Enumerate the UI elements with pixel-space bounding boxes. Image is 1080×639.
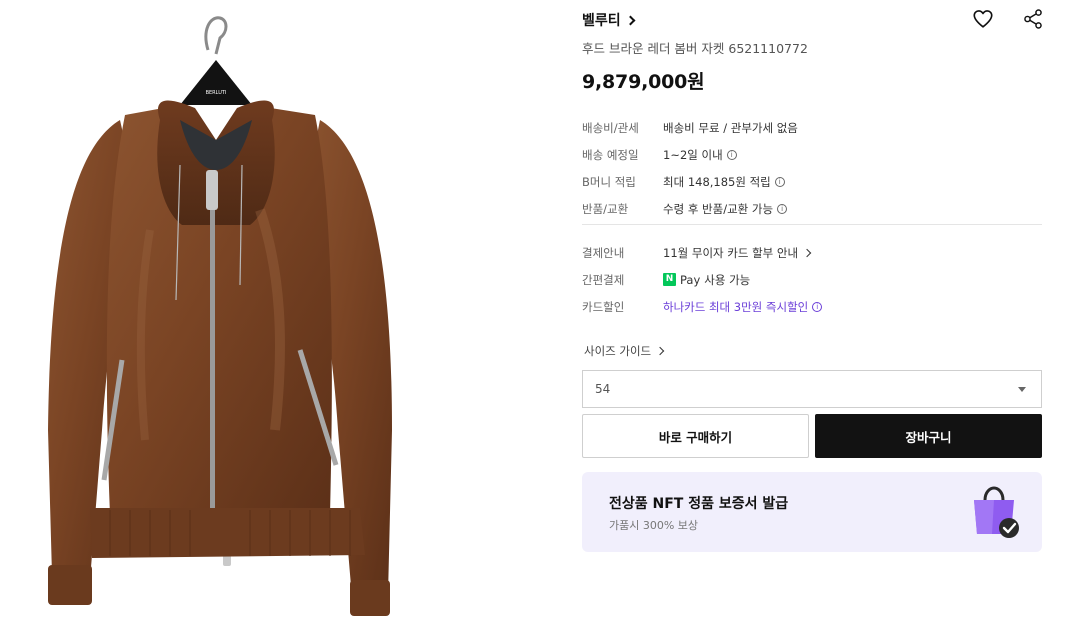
size-select[interactable]: 54 [582, 370, 1042, 408]
divider [582, 224, 1042, 225]
buy-now-button[interactable]: 바로 구매하기 [582, 414, 809, 458]
info-value-text: 1~2일 이내 [663, 147, 723, 162]
info-value: N Pay 사용 가능 [663, 272, 750, 288]
info-value-text: 최대 148,185원 적립 [663, 174, 771, 189]
size-selected-value: 54 [595, 382, 611, 396]
info-icon[interactable]: i [777, 203, 788, 214]
product-price: 9,879,000원 [582, 71, 705, 93]
info-value: 수령 후 반품/교환 가능 i [663, 201, 788, 217]
heart-icon[interactable] [972, 8, 994, 30]
chevron-right-icon [655, 346, 665, 356]
product-image[interactable]: BERLUTI [30, 10, 420, 630]
info-row-installment[interactable]: 결제안내 11월 무이자 카드 할부 안내 [582, 239, 1042, 266]
nft-banner-subtitle: 가품시 300% 보상 [609, 519, 699, 532]
brand-name: 벨루티 [582, 13, 621, 29]
pay-brand-text: Pay [680, 272, 701, 287]
size-guide-label: 사이즈 가이드 [584, 344, 652, 358]
top-actions [972, 8, 1044, 30]
caret-down-icon [1018, 387, 1026, 392]
info-label: 반품/교환 [582, 201, 629, 216]
chevron-right-icon [802, 248, 812, 257]
nft-guarantee-banner[interactable]: 전상품 NFT 정품 보증서 발급 가품시 300% 보상 [582, 472, 1042, 552]
info-value: 배송비 무료 / 관부가세 없음 [663, 120, 798, 136]
share-icon[interactable] [1022, 8, 1044, 30]
size-guide-link[interactable]: 사이즈 가이드 [584, 343, 665, 359]
naver-pay-logo-icon: N [663, 273, 676, 286]
info-row-return: 반품/교환 수령 후 반품/교환 가능 i [582, 195, 1042, 222]
card-discount-text: 하나카드 최대 3만원 즉시할인 [663, 299, 809, 314]
info-label: 카드할인 [582, 299, 625, 314]
shipping-info: 배송비/관세 배송비 무료 / 관부가세 없음 배송 예정일 1~2일 이내 i … [582, 114, 1042, 222]
nft-banner-title: 전상품 NFT 정품 보증서 발급 [609, 496, 789, 512]
info-value: 최대 148,185원 적립 i [663, 174, 785, 190]
brand-link[interactable]: 벨루티 [582, 10, 636, 30]
info-value-text: 11월 무이자 카드 할부 안내 [663, 245, 799, 260]
info-label: B머니 적립 [582, 174, 636, 189]
info-value-text: 수령 후 반품/교환 가능 [663, 201, 774, 216]
info-value: 1~2일 이내 i [663, 147, 737, 163]
shopping-bag-check-icon [968, 486, 1020, 540]
info-row-bmoney: B머니 적립 최대 148,185원 적립 i [582, 168, 1042, 195]
info-row-shipping-fee: 배송비/관세 배송비 무료 / 관부가세 없음 [582, 114, 1042, 141]
info-row-easy-pay: 간편결제 N Pay 사용 가능 [582, 266, 1042, 293]
product-detail-panel: 벨루티 후드 브라운 레더 봄버 자켓 6521110772 9,879,000… [582, 0, 1044, 639]
info-value-text: 사용 가능 [704, 272, 751, 287]
info-value: 11월 무이자 카드 할부 안내 [663, 245, 812, 261]
info-row-delivery-date: 배송 예정일 1~2일 이내 i [582, 141, 1042, 168]
add-to-cart-button[interactable]: 장바구니 [815, 414, 1042, 458]
info-value: 하나카드 최대 3만원 즉시할인 i [663, 299, 823, 315]
info-icon[interactable]: i [774, 176, 785, 187]
chevron-right-icon [625, 15, 636, 25]
info-value-text: 배송비 무료 / 관부가세 없음 [663, 120, 798, 135]
info-label: 간편결제 [582, 272, 625, 287]
info-row-card-discount: 카드할인 하나카드 최대 3만원 즉시할인 i [582, 293, 1042, 320]
info-icon[interactable]: i [726, 149, 737, 160]
info-label: 배송비/관세 [582, 120, 639, 135]
payment-info: 결제안내 11월 무이자 카드 할부 안내 간편결제 N Pay 사용 가능 카… [582, 239, 1042, 320]
info-icon[interactable]: i [812, 301, 823, 312]
info-label: 결제안내 [582, 245, 625, 260]
info-label: 배송 예정일 [582, 147, 639, 162]
product-name: 후드 브라운 레더 봄버 자켓 6521110772 [582, 41, 808, 56]
hanger-brand-tag: BERLUTI [206, 90, 227, 96]
